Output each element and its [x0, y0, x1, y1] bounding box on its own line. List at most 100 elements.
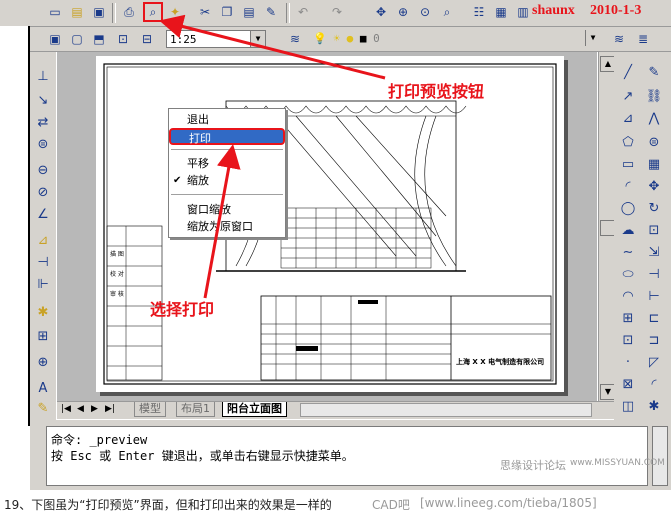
print-icon[interactable]: ⎙ [120, 3, 138, 21]
publish-icon[interactable]: ✦ [166, 3, 184, 21]
insert-block-icon[interactable]: ⊞ [618, 308, 638, 328]
viewport-object-icon[interactable]: ⊡ [114, 30, 132, 48]
rotate-icon[interactable]: ∠ [33, 204, 53, 224]
design-center-icon[interactable]: ▦ [492, 3, 510, 21]
ellipse-icon[interactable]: ⬭ [618, 264, 638, 284]
chevron-down-icon[interactable]: ▼ [585, 30, 600, 46]
offset-icon[interactable]: ⊜ [644, 132, 664, 152]
tab-prev-icon[interactable]: ◀ [77, 404, 84, 414]
save-icon[interactable]: ▣ [90, 3, 108, 21]
open-file-icon[interactable]: ▤ [68, 3, 86, 21]
copy-icon[interactable]: ⛓ [644, 86, 664, 106]
make-block-icon[interactable]: ⊡ [618, 330, 638, 350]
move-icon[interactable]: ✥ [644, 176, 664, 196]
make-current-icon[interactable]: ≋ [610, 30, 628, 48]
modify-toolbar: ⊥ ↘ ⇄ ⊜ ⊖ ⊘ ∠ ⊿ ⊣ ⊩ ✱ ⊞ ⊕ A ✎ [30, 52, 56, 422]
copy-object-icon[interactable]: ↘ [33, 90, 53, 110]
viewport-icon[interactable]: ▣ [46, 30, 64, 48]
spline-icon[interactable]: ∼ [618, 242, 638, 262]
move-icon[interactable]: ⊘ [33, 182, 53, 202]
layer-select[interactable]: 💡 ☀ ● ■ 0 ▼ [310, 30, 600, 48]
layer-manager-icon[interactable]: ≋ [286, 30, 304, 48]
tab-last-icon[interactable]: ▶| [105, 404, 115, 414]
fillet-icon[interactable]: ◜ [644, 374, 664, 394]
properties-icon[interactable]: ☷ [470, 3, 488, 21]
extend-icon[interactable]: ✱ [33, 302, 53, 322]
erase-icon[interactable]: ✎ [644, 62, 664, 82]
text-icon[interactable]: A [33, 378, 53, 398]
region-icon[interactable]: ◫ [618, 396, 638, 416]
zoom-window-icon[interactable]: ⊙ [416, 3, 434, 21]
new-file-icon[interactable]: ▭ [46, 3, 64, 21]
match-properties-icon[interactable]: ✎ [262, 3, 280, 21]
tab-balcony-elevation[interactable]: 阳台立面图 [222, 402, 287, 417]
break-icon[interactable]: ⊏ [644, 308, 664, 328]
offset-icon[interactable]: ⊜ [33, 134, 53, 154]
trim-icon[interactable]: ⊣ [644, 264, 664, 284]
zoom-previous-icon[interactable]: ⌕ [438, 3, 456, 21]
ellipse-arc-icon[interactable]: ◠ [618, 286, 638, 306]
menu-divider [171, 149, 283, 150]
stretch-icon[interactable]: ⊣ [33, 252, 53, 272]
join-icon[interactable]: ⊐ [644, 330, 664, 350]
hatch-icon[interactable]: ⊠ [618, 374, 638, 394]
viewport-clip-icon[interactable]: ⊟ [138, 30, 156, 48]
arc-icon[interactable]: ◜ [618, 176, 638, 196]
print-preview-icon[interactable]: ⌕ [143, 2, 163, 22]
revision-cloud-icon[interactable]: ☁ [618, 220, 638, 240]
tab-first-icon[interactable]: |◀ [61, 404, 71, 414]
line-icon[interactable]: ╱ [618, 62, 638, 82]
viewport-scale-select[interactable]: 1:25 ▼ [166, 30, 266, 48]
menu-item-zoom-window[interactable]: 窗口缩放 [169, 201, 285, 218]
copy-icon[interactable]: ❐ [218, 3, 236, 21]
explode-icon[interactable]: ✎ [33, 398, 53, 418]
circle-icon[interactable]: ◯ [618, 198, 638, 218]
watermark-url: [www.lineeg.com/tieba/1805] [420, 496, 597, 510]
scale-icon[interactable]: ⊿ [33, 230, 53, 250]
viewport-polygon-icon[interactable]: ⬒ [90, 30, 108, 48]
cut-icon[interactable]: ✂ [196, 3, 214, 21]
rotate-icon[interactable]: ↻ [644, 198, 664, 218]
chamfer-icon[interactable]: ◸ [644, 352, 664, 372]
separator [112, 3, 116, 23]
point-icon[interactable]: · [618, 352, 638, 372]
undo-icon[interactable]: ↶ [294, 3, 312, 21]
menu-item-print[interactable]: 打印 [169, 128, 285, 145]
pan-icon[interactable]: ✥ [372, 3, 390, 21]
viewport-single-icon[interactable]: ▢ [68, 30, 86, 48]
extend-icon[interactable]: ⊢ [644, 286, 664, 306]
menu-item-pan[interactable]: 平移 [169, 155, 285, 172]
tab-next-icon[interactable]: ▶ [91, 404, 98, 414]
polyline-icon[interactable]: ⊿ [618, 108, 638, 128]
scale-icon[interactable]: ⊡ [644, 220, 664, 240]
rectangle-icon[interactable]: ▭ [618, 154, 638, 174]
redo-icon[interactable]: ↷ [328, 3, 346, 21]
trim-icon[interactable]: ⊩ [33, 274, 53, 294]
menu-item-zoom-original[interactable]: 缩放为原窗口 [169, 218, 285, 235]
command-scroll[interactable] [652, 426, 668, 486]
command-text-area[interactable]: 命令: _preview 按 Esc 或 Enter 键退出，或单击右键显示快捷… [46, 426, 648, 486]
left-strip [0, 26, 30, 426]
layer-previous-icon[interactable]: ≣ [634, 30, 652, 48]
menu-item-exit[interactable]: 退出 [169, 111, 285, 128]
tool-palettes-icon[interactable]: ▥ [514, 3, 532, 21]
break-icon[interactable]: ⊞ [33, 326, 53, 346]
polygon-icon[interactable]: ⬠ [618, 132, 638, 152]
horizontal-scrollbar[interactable] [300, 403, 592, 417]
erase-icon[interactable]: ⊥ [33, 66, 53, 86]
chamfer-icon[interactable]: ⊕ [33, 352, 53, 372]
array-icon[interactable]: ▦ [644, 154, 664, 174]
tab-model[interactable]: 模型 [134, 402, 166, 417]
construction-line-icon[interactable]: ↗ [618, 86, 638, 106]
mirror-icon[interactable]: ⇄ [33, 112, 53, 132]
vertical-scrollbar[interactable]: ▲ ▼ [598, 52, 616, 402]
zoom-realtime-icon[interactable]: ⊕ [394, 3, 412, 21]
mirror-icon[interactable]: ⋀ [644, 108, 664, 128]
paste-icon[interactable]: ▤ [240, 3, 258, 21]
explode-icon[interactable]: ✱ [644, 396, 664, 416]
stretch-icon[interactable]: ⇲ [644, 242, 664, 262]
chevron-down-icon[interactable]: ▼ [250, 31, 265, 47]
tab-layout1[interactable]: 布局1 [176, 402, 215, 417]
array-icon[interactable]: ⊖ [33, 160, 53, 180]
menu-item-zoom[interactable]: ✔ 缩放 [169, 172, 285, 189]
